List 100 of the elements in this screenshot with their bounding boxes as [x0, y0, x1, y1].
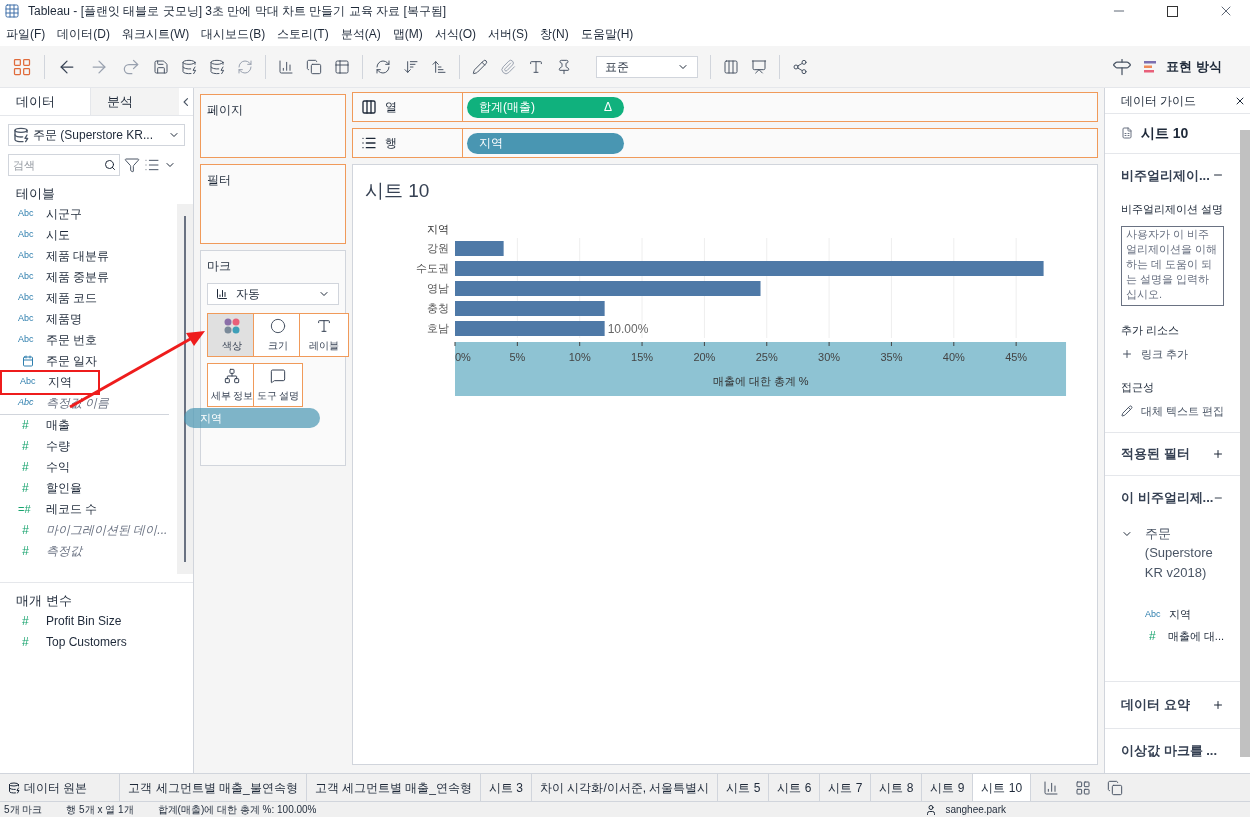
datasource-dropdown[interactable]: 주문 (Superstore KR... — [8, 124, 185, 146]
field-item[interactable]: # 측정값 — [0, 540, 177, 562]
string-type-icon: Abc — [18, 228, 34, 242]
pages-shelf[interactable]: 페이지 — [200, 94, 346, 158]
string-type-icon: Abc — [18, 396, 34, 410]
number-type-icon: # — [22, 632, 29, 651]
section-heading: 데이터 요약 — [1120, 696, 1190, 715]
field-label: 접근성 — [1120, 379, 1155, 395]
axis-tick-label: 10% — [568, 350, 591, 363]
menu-item[interactable]: 워크시트(W) — [116, 25, 196, 43]
data-source-name: 주문 (Superstore KR v2018) — [1144, 524, 1214, 582]
marks-card-button[interactable]: 레이블 — [298, 313, 349, 357]
field-item[interactable]: # 매출 — [0, 414, 169, 436]
status-text: 합계(매출)에 대한 총계 %: 100.00% — [157, 803, 317, 817]
string-type-icon: Abc — [18, 333, 34, 347]
filters-shelf[interactable]: 필터 — [200, 164, 346, 244]
menu-item[interactable]: 분석(A) — [334, 25, 387, 43]
status-text: 5개 마크 — [4, 803, 43, 817]
number-type-icon: # — [22, 458, 29, 476]
section-heading: 매개 변수 — [15, 591, 73, 610]
user-name[interactable]: sanghee.park — [945, 802, 1006, 817]
field-item[interactable]: 주문 일자 — [0, 350, 177, 372]
number-type-icon: # — [22, 416, 29, 434]
category-label: 충청 — [426, 301, 449, 314]
parameter-item[interactable]: # Top Customers — [0, 631, 193, 652]
sheet-title: 시트 10 — [364, 179, 431, 203]
marks-card-button[interactable]: 도구 설명 — [252, 363, 303, 407]
status-text: 행 5개 x 열 1개 — [66, 803, 134, 817]
section-heading: 적용된 필터 — [1120, 445, 1190, 464]
section-heading: 이 비주얼리제... — [1120, 489, 1214, 508]
menu-item[interactable]: 도움말(H) — [574, 25, 640, 43]
menu-item[interactable]: 대시보드(B) — [195, 25, 272, 43]
field-item[interactable]: Abc 주문 번호 — [0, 329, 177, 351]
menu-item[interactable]: 서버(S) — [482, 25, 534, 43]
menu-item[interactable]: 서식(O) — [428, 25, 482, 43]
axis-tick-label: 40% — [942, 350, 965, 363]
field-item[interactable]: # 할인율 — [0, 477, 177, 499]
string-type-icon: Abc — [1144, 607, 1161, 622]
sheet-tab[interactable]: 시트 10 — [973, 774, 1032, 801]
string-type-icon: Abc — [18, 312, 34, 326]
menu-item[interactable]: 창(N) — [534, 25, 575, 43]
axis-tick-label: 25% — [755, 350, 778, 363]
section-heading: 비주얼리제이... — [1120, 166, 1210, 185]
string-type-icon: Abc — [18, 270, 34, 284]
parameter-item[interactable]: # Profit Bin Size — [0, 610, 193, 631]
field-item[interactable]: # 수익 — [0, 456, 177, 478]
axis-tick-label: 20% — [693, 350, 716, 363]
field-item[interactable]: Abc 지역 — [1144, 606, 1224, 623]
description-field[interactable]: 사용자가 이 비주얼리제이션을 이해하는 데 도움이 되는 설명을 입력하십시오. — [1120, 225, 1224, 306]
field-item[interactable]: Abc 제품 코드 — [0, 287, 177, 309]
sheet-name: 시트 10 — [1140, 123, 1189, 143]
field-item[interactable]: Abc 시도 — [0, 224, 177, 246]
columns-shelf[interactable]: 열 합계(매출) Δ — [351, 92, 1098, 122]
axis-tick-label: 35% — [880, 350, 903, 363]
field-item[interactable]: Abc 지역 — [2, 371, 98, 393]
window-title: Tableau - [플랜잇 태블로 굿모닝] 3초 만에 막대 차트 만들기 교육 자료 [복구됨] — [28, 3, 448, 20]
add-link-button[interactable]: 링크 추가 — [1120, 346, 1224, 363]
show-me-button[interactable]: 표현 방식 — [1144, 56, 1238, 77]
number-type-icon: # — [22, 542, 29, 560]
category-label: 수도권 — [415, 261, 449, 274]
number-type-icon: # — [1148, 626, 1156, 645]
number-type-icon: =# — [18, 500, 31, 518]
axis-title: 매출에 대한 총계 % — [712, 374, 809, 387]
field-item[interactable]: Abc 제품 중분류 — [0, 266, 177, 288]
menu-item[interactable]: 맵(M) — [386, 25, 429, 43]
search-field[interactable]: 검색 — [8, 154, 120, 176]
section-heading: 이상값 마크를 ... — [1120, 742, 1217, 761]
category-label: 호남 — [426, 321, 449, 334]
field-item[interactable]: =# 레코드 수 — [0, 498, 177, 520]
axis-tick-label: 5% — [509, 350, 526, 363]
section-heading: 테이블 — [15, 185, 56, 203]
field-item[interactable]: # 마이그레이션된 데이... — [0, 519, 177, 541]
drag-preview-tooltip: 지역 — [184, 408, 320, 428]
menu-item[interactable]: 파일(F) — [0, 25, 52, 43]
field-label: 비주얼리제이션 설명 — [1120, 202, 1224, 218]
category-label: 영남 — [426, 281, 449, 294]
string-type-icon: Abc — [18, 249, 34, 263]
edit-alt-text-button[interactable]: 대체 텍스트 편집 — [1120, 403, 1224, 420]
fit-dropdown[interactable]: 표준 — [596, 55, 698, 78]
menu-item[interactable]: 스토리(T) — [271, 25, 335, 43]
number-type-icon: # — [22, 479, 29, 497]
rows-shelf[interactable]: 행 지역 — [351, 128, 1098, 158]
number-type-icon: # — [22, 437, 29, 455]
menu-item[interactable]: 데이터(D) — [51, 25, 116, 43]
field-item[interactable]: # 매출에 대... — [1144, 626, 1224, 645]
string-type-icon: Abc — [20, 375, 36, 389]
mark-type-dropdown[interactable]: 자동 — [207, 283, 339, 305]
axis-tick-label: 0% — [454, 350, 471, 363]
field-item[interactable]: # 수량 — [0, 435, 177, 457]
field-item[interactable]: Abc 시군구 — [0, 203, 177, 225]
string-type-icon: Abc — [18, 207, 34, 221]
axis-tick-label: 30% — [818, 350, 841, 363]
panel-title: 데이터 가이드 — [1120, 92, 1197, 110]
drop-value-label: 10.00% — [607, 321, 649, 336]
row-header: 지역 — [426, 222, 449, 235]
pane-tab[interactable]: 분석 — [89, 88, 180, 115]
axis-tick-label: 45% — [1005, 350, 1028, 363]
category-label: 강원 — [426, 241, 449, 254]
field-item[interactable]: Abc 제품명 — [0, 308, 177, 330]
field-item[interactable]: Abc 제품 대분류 — [0, 245, 177, 267]
